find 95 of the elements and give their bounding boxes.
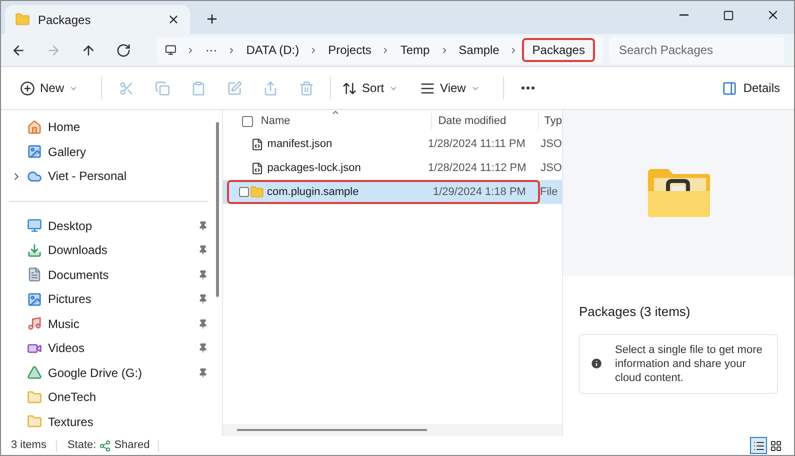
file-row[interactable]: com.plugin.sample 1/29/2024 1:18 PM File	[223, 180, 562, 204]
info-icon	[590, 357, 603, 370]
breadcrumb-item[interactable]: ···	[205, 41, 218, 59]
triangle-icon	[27, 365, 42, 380]
monitor-icon	[27, 218, 42, 234]
sidebar-item[interactable]: Music	[1, 312, 216, 336]
column-header[interactable]: Typ	[539, 112, 562, 130]
pin-icon[interactable]	[198, 270, 208, 280]
breadcrumb-item[interactable]: Packages	[522, 38, 595, 62]
pin-icon[interactable]	[198, 318, 208, 329]
column-header[interactable]: Name	[260, 112, 432, 130]
folder-icon	[15, 12, 30, 27]
download-icon	[27, 242, 42, 258]
folder-icon	[250, 185, 264, 199]
file-type: File	[540, 184, 558, 200]
toolbar-button[interactable]: View	[415, 73, 485, 103]
details-title: Packages (3 items)	[579, 303, 692, 321]
sidebar-item[interactable]: Home	[1, 115, 216, 140]
more-icon	[520, 86, 535, 90]
music-icon	[27, 316, 42, 332]
refresh-icon[interactable]	[116, 42, 131, 58]
scrollbar[interactable]	[216, 122, 219, 297]
tab[interactable]: Packages	[5, 5, 190, 34]
copy-icon	[154, 80, 170, 96]
share-icon	[262, 80, 278, 96]
info-text: Select a single file to get more information and share your cloud content.	[615, 342, 764, 384]
breadcrumb-item[interactable]: DATA (D:)	[246, 41, 300, 59]
sidebar-item[interactable]: Gallery	[1, 140, 216, 164]
sort-icon	[342, 80, 358, 96]
clipboard-icon	[190, 80, 206, 96]
sidebar-item[interactable]: Viet - Personal	[1, 164, 216, 188]
lines-icon	[420, 80, 436, 96]
pin-icon[interactable]	[198, 368, 208, 378]
toolbar-button[interactable]: New	[15, 73, 84, 103]
computer-icon[interactable]	[165, 43, 176, 57]
folder-drawing	[646, 167, 712, 219]
document-icon	[27, 267, 42, 282]
sidebar-item[interactable]: Documents	[1, 262, 216, 287]
breadcrumb-item[interactable]: Projects	[328, 41, 372, 59]
back-icon[interactable]	[11, 42, 26, 58]
sidebar-item[interactable]: Textures	[1, 410, 216, 434]
file-row[interactable]: manifest.json 1/28/2024 11:11 PM JSO	[223, 132, 562, 156]
sidebar-item[interactable]: Downloads	[1, 238, 216, 262]
date-modified: 1/28/2024 11:11 PM	[428, 136, 526, 152]
horizontal-scrollbar[interactable]	[223, 424, 562, 436]
file-type: JSO	[540, 136, 562, 152]
state-value: Shared	[114, 438, 150, 454]
pin-icon[interactable]	[198, 245, 208, 256]
sidebar-item[interactable]: Google Drive (G:)	[1, 360, 216, 385]
scissors-icon	[118, 80, 134, 96]
file-row[interactable]: packages-lock.json 1/28/2024 11:12 PM JSO	[223, 156, 562, 180]
plus-icon	[20, 80, 35, 96]
breadcrumb-item[interactable]: Temp	[400, 41, 430, 59]
home-icon	[27, 120, 42, 135]
file-type: JSO	[540, 160, 562, 176]
checkbox[interactable]	[239, 187, 249, 197]
item-count: 3 items	[11, 438, 46, 454]
sidebar-item[interactable]: Videos	[1, 336, 216, 360]
sidebar-item[interactable]: OneTech	[1, 385, 216, 410]
panel-icon	[722, 80, 738, 96]
maximize-icon[interactable]	[723, 10, 734, 20]
search-input[interactable]: Search Packages	[619, 41, 774, 59]
file-name: manifest.json	[267, 136, 334, 152]
shared-icon	[99, 440, 112, 452]
new-tab-icon[interactable]	[205, 12, 219, 26]
image-icon	[27, 144, 42, 160]
folder-icon	[27, 390, 42, 405]
pin-icon[interactable]	[198, 294, 208, 304]
details-button[interactable]: Details	[722, 79, 780, 97]
image-icon	[27, 292, 42, 307]
search-field[interactable]: Search Packages	[609, 36, 784, 64]
trash-icon	[298, 80, 314, 96]
file-name: packages-lock.json	[267, 160, 362, 176]
grid-icon	[770, 440, 782, 452]
details-view-button[interactable]	[750, 437, 767, 454]
date-modified: 1/29/2024 1:18 PM	[433, 184, 526, 200]
close-icon[interactable]	[766, 8, 780, 22]
file-icon	[250, 162, 264, 174]
column-header[interactable]: Date modified	[432, 112, 540, 130]
pin-icon[interactable]	[198, 343, 208, 354]
file-icon	[250, 138, 264, 150]
state-label: State:	[67, 438, 96, 454]
date-modified: 1/28/2024 11:12 PM	[428, 160, 528, 176]
breadcrumb-item[interactable]: Sample	[458, 41, 500, 59]
toolbar-button[interactable]: Sort	[337, 73, 404, 103]
cloud-icon	[27, 168, 42, 184]
rename-icon	[226, 80, 242, 96]
sidebar-item[interactable]: Pictures	[1, 287, 216, 312]
close-tab-icon[interactable]	[167, 13, 180, 26]
checkbox[interactable]	[242, 116, 253, 126]
file-name: com.plugin.sample	[267, 184, 360, 200]
folder-icon	[27, 414, 42, 430]
sort-indicator-icon	[331, 108, 340, 117]
pin-icon[interactable]	[198, 220, 208, 231]
sidebar-item[interactable]: Desktop	[1, 214, 216, 238]
